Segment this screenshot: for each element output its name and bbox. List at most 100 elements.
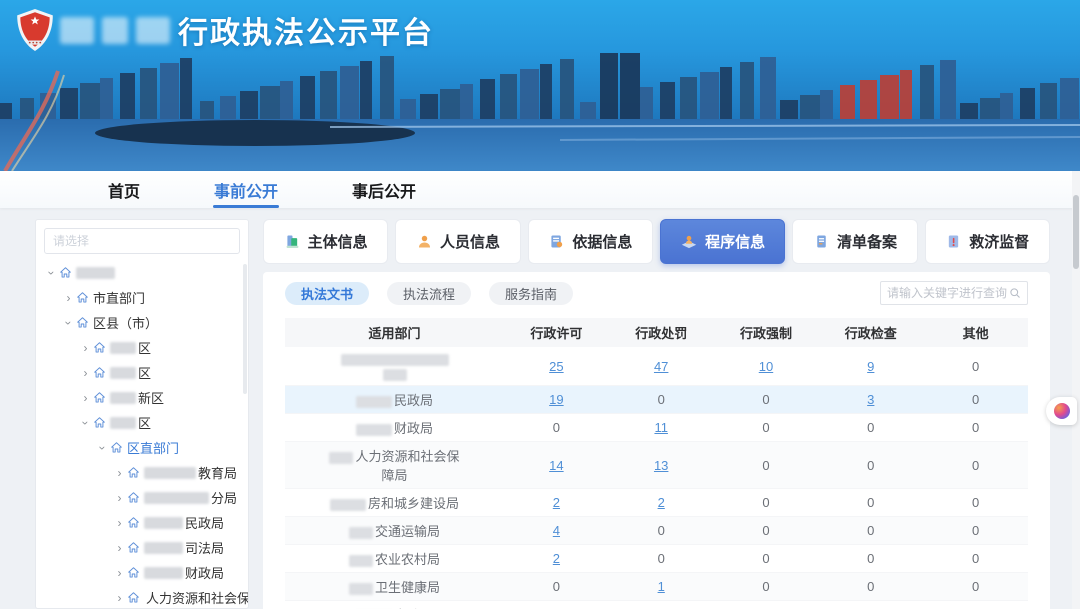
tab-subject[interactable]: 主体信息 [263, 219, 388, 264]
count-link[interactable]: 25 [549, 359, 563, 374]
tab-relief[interactable]: 救济监督 [925, 219, 1050, 264]
tree-node-教育局[interactable]: › 教育局 [36, 460, 248, 485]
chevron-expanded-icon[interactable]: › [79, 417, 93, 428]
tree-node-市直部门[interactable]: ›市直部门 [36, 285, 248, 310]
count-value: 0 [923, 489, 1028, 517]
chevron-collapsed-icon[interactable]: › [80, 341, 91, 355]
procedure-icon [680, 233, 698, 251]
table-row[interactable]: 财政局011000 [285, 414, 1028, 442]
column-header: 行政检查 [818, 318, 923, 347]
table-row[interactable]: 农业农村局20000 [285, 545, 1028, 573]
column-header: 行政处罚 [609, 318, 714, 347]
page-scrollbar-thumb[interactable] [1073, 195, 1079, 269]
tab-label: 人员信息 [440, 231, 500, 252]
column-header: 其他 [923, 318, 1028, 347]
tree-node-民政局[interactable]: ›民政局 [36, 510, 248, 535]
chevron-collapsed-icon[interactable]: › [114, 491, 125, 505]
tree-node-人力资源和社会保[interactable]: ›人力资源和社会保 [36, 585, 248, 609]
tree-node-区[interactable]: ›区 [36, 335, 248, 360]
nav-item-pre-disclosure[interactable]: 事前公开 [214, 171, 278, 208]
tab-basis[interactable]: 依据信息 [528, 219, 653, 264]
table-row[interactable]: 房和城乡建设局22000 [285, 489, 1028, 517]
subtab-documents[interactable]: 执法文书 [285, 282, 369, 305]
count-link[interactable]: 11 [654, 420, 668, 435]
tree-node-区[interactable]: ›区 [36, 360, 248, 385]
tree-node-新区[interactable]: ›新区 [36, 385, 248, 410]
redacted-text [356, 424, 392, 436]
nav-item-home[interactable]: 首页 [108, 171, 140, 208]
tree-node-redacted[interactable]: › [36, 260, 248, 285]
sidebar-scrollbar[interactable] [243, 264, 247, 394]
page-scrollbar-track[interactable] [1072, 171, 1080, 609]
count-link[interactable]: 19 [549, 392, 563, 407]
chevron-expanded-icon[interactable]: › [96, 442, 110, 453]
count-value: 0 [923, 386, 1028, 414]
chevron-expanded-icon[interactable]: › [45, 267, 59, 278]
chevron-collapsed-icon[interactable]: › [114, 591, 125, 605]
count-link[interactable]: 4 [553, 523, 560, 538]
chevron-collapsed-icon[interactable]: › [114, 566, 125, 580]
department-tree: ››市直部门›区县（市）›区›区›新区›区›区直部门›教育局›分局›民政局›司法… [36, 260, 248, 609]
subtab-process[interactable]: 执法流程 [387, 282, 471, 305]
tree-node-区直部门[interactable]: › 区直部门 [36, 435, 248, 460]
tree-node-分局[interactable]: › 分局 [36, 485, 248, 510]
count-link[interactable]: 1 [658, 579, 665, 594]
count-value: 0 [714, 414, 819, 442]
document-stats-table: 适用部门行政许可行政处罚行政强制行政检查其他 25471090民政局190030… [285, 318, 1028, 609]
redacted-text [110, 367, 136, 379]
table-row[interactable]: 人力资源和社会保障局1413000 [285, 442, 1028, 489]
tree-node-区县（市）[interactable]: ›区县（市） [36, 310, 248, 335]
subject-icon [284, 233, 301, 250]
table-row[interactable]: 民政局190030 [285, 386, 1028, 414]
redacted-text [330, 499, 366, 511]
count-link[interactable]: 47 [654, 359, 668, 374]
count-value: 0 [504, 414, 609, 442]
table-row[interactable]: 25 47 10 9 0 [285, 347, 1028, 386]
tree-node-label: 教育局 [198, 463, 237, 482]
chevron-expanded-icon[interactable]: › [62, 317, 76, 328]
site-name-redacted-2 [102, 17, 128, 44]
chevron-collapsed-icon[interactable]: › [80, 391, 91, 405]
count-link[interactable]: 10 [759, 359, 773, 374]
search-icon[interactable] [1009, 287, 1021, 299]
chevron-collapsed-icon[interactable]: › [114, 466, 125, 480]
chevron-collapsed-icon[interactable]: › [114, 516, 125, 530]
chevron-collapsed-icon[interactable]: › [63, 291, 74, 305]
count-link[interactable]: 2 [658, 495, 665, 510]
count-link[interactable]: 14 [549, 458, 563, 473]
nav-item-post-disclosure[interactable]: 事后公开 [352, 171, 416, 208]
count-link[interactable]: 2 [553, 495, 560, 510]
floating-assistant-button[interactable] [1046, 397, 1077, 425]
table-row[interactable]: 审计局01120 [285, 601, 1028, 609]
table-row[interactable]: 卫生健康局01000 [285, 573, 1028, 601]
count-value: 0 [714, 442, 819, 489]
home-icon [59, 266, 72, 279]
search-input[interactable] [887, 286, 1009, 300]
count-link[interactable]: 13 [654, 458, 668, 473]
national-emblem-logo [14, 8, 56, 52]
subtabs: 执法文书执法流程服务指南 [285, 282, 573, 305]
chevron-collapsed-icon[interactable]: › [80, 366, 91, 380]
top-nav: 首页 事前公开 事后公开 [0, 171, 1080, 208]
count-link[interactable]: 9 [867, 359, 874, 374]
redacted-text [144, 567, 183, 579]
site-name-redacted-3 [136, 17, 170, 44]
tree-node-财政局[interactable]: ›财政局 [36, 560, 248, 585]
tree-node-label: 区 [138, 413, 151, 432]
tab-personnel[interactable]: 人员信息 [395, 219, 520, 264]
count-link[interactable]: 3 [867, 392, 874, 407]
tree-node-司法局[interactable]: ›司法局 [36, 535, 248, 560]
count-value: 0 [923, 347, 1028, 386]
chevron-collapsed-icon[interactable]: › [114, 541, 125, 555]
city-skyline [0, 41, 1080, 171]
procedure-info-panel: 执法文书执法流程服务指南 适用部门行政许可行政处罚行政强制行政检查其他 2547… [263, 272, 1050, 609]
tab-procedure[interactable]: 程序信息 [660, 219, 785, 264]
tree-node-label: 分局 [211, 488, 237, 507]
department-select-input[interactable] [44, 228, 240, 254]
tree-node-区[interactable]: ›区 [36, 410, 248, 435]
count-link[interactable]: 2 [553, 551, 560, 566]
table-row[interactable]: 交通运输局40000 [285, 517, 1028, 545]
tab-list-filing[interactable]: 清单备案 [792, 219, 917, 264]
subtab-guide[interactable]: 服务指南 [489, 282, 573, 305]
tree-node-label: 区直部门 [127, 438, 179, 457]
